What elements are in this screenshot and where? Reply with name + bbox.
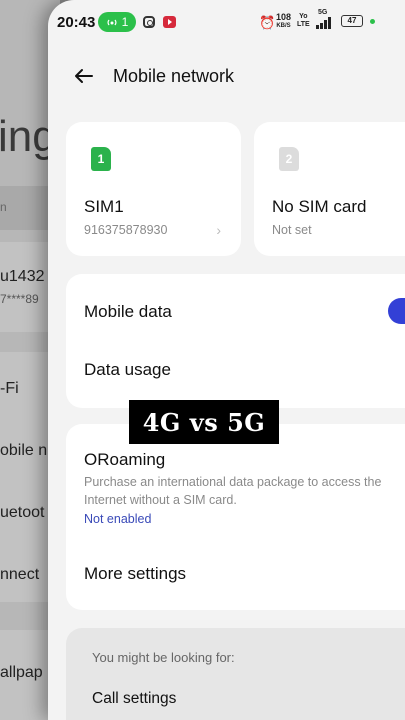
hotspot-count: 1: [121, 15, 129, 29]
background-item-bluetooth: uetoot: [0, 504, 45, 521]
network-speed-unit: KB/S: [276, 23, 291, 29]
background-account-sub: 7****89: [0, 292, 39, 306]
signal-bars-icon: [316, 17, 331, 29]
mobile-network-sheet: Mobile network 1 SIM1 916375878930 › 2 N…: [48, 0, 405, 720]
hotspot-pill[interactable]: 1: [98, 12, 136, 32]
video-caption-overlay: 4G vs 5G: [129, 400, 279, 444]
background-item-wifi: -Fi: [0, 380, 19, 397]
background-search-hint: n: [0, 200, 7, 214]
background-account-name: u1432: [0, 268, 45, 285]
more-settings-label[interactable]: More settings: [84, 564, 186, 584]
sim2-card[interactable]: 2 No SIM card Not set: [254, 122, 405, 256]
status-time: 20:43: [57, 14, 96, 31]
network-speed: 108 KB/S: [276, 13, 291, 31]
signal-type: 5G: [318, 9, 328, 16]
suggestion-call-settings[interactable]: Call settings: [92, 690, 176, 708]
sim1-number: 916375878930: [84, 223, 168, 237]
page-title: Mobile network: [113, 66, 235, 86]
background-item-connection: nnect: [0, 566, 40, 583]
data-usage-label[interactable]: Data usage: [84, 360, 171, 380]
battery-level: 47: [347, 16, 357, 25]
sim1-name: SIM1: [84, 197, 124, 216]
sim-card-icon: 1: [91, 147, 111, 171]
mobile-data-toggle[interactable]: [388, 298, 405, 324]
chevron-right-icon: ›: [216, 222, 221, 238]
mobile-data-label: Mobile data: [84, 302, 172, 321]
sim2-status: Not set: [272, 223, 312, 237]
status-bar: 20:43 1 ⏰ 108 KB/S Yo LTE 5G 47: [0, 0, 405, 44]
background-item-mobile: obile n: [0, 442, 48, 459]
roaming-card: ORoaming Purchase an international data …: [66, 424, 405, 610]
sim1-slot: 1: [97, 152, 105, 166]
volte-indicator: Yo LTE: [297, 13, 310, 28]
instagram-icon: [143, 16, 155, 28]
oroaming-description: Purchase an international data package t…: [84, 475, 382, 507]
sim-card-icon: 2: [279, 147, 299, 171]
sim2-name: No SIM card: [272, 197, 367, 216]
sim2-slot: 2: [285, 152, 293, 166]
alarm-icon: ⏰: [259, 15, 276, 30]
suggestions-box: You might be looking for: Call settings: [66, 628, 405, 720]
sim1-card[interactable]: 1 SIM1 916375878930 ›: [66, 122, 241, 256]
oroaming-title[interactable]: ORoaming: [84, 450, 165, 470]
youtube-icon: [163, 16, 176, 28]
oroaming-status: Not enabled: [84, 512, 152, 526]
hotspot-icon: [107, 19, 117, 26]
network-speed-value: 108: [276, 12, 292, 22]
back-arrow-icon[interactable]: [72, 64, 96, 88]
video-caption-text: 4G vs 5G: [142, 407, 266, 437]
battery-icon: 47: [341, 15, 363, 27]
charging-dot-icon: [370, 19, 375, 24]
suggestions-title: You might be looking for:: [92, 650, 235, 665]
background-item-wallpaper: allpap: [0, 664, 43, 681]
mobile-data-card: Mobile data Data usage: [66, 274, 405, 408]
